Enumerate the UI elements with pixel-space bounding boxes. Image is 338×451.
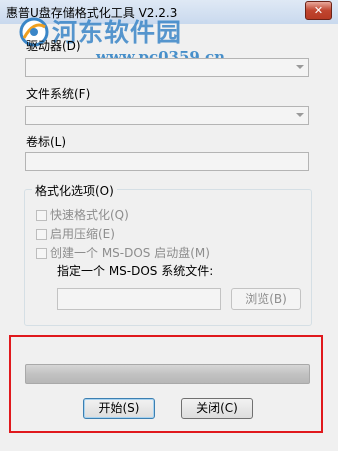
progress-bar	[25, 364, 310, 384]
chevron-down-icon	[296, 113, 304, 117]
compression-option[interactable]: 启用压缩(E)	[36, 225, 115, 242]
drive-label: 驱动器(D)	[26, 39, 81, 53]
format-options-legend: 格式化选项(O)	[32, 182, 117, 199]
chevron-down-icon	[296, 65, 304, 69]
dos-disk-label: 创建一个 MS-DOS 启动盘(M)	[50, 246, 210, 260]
compression-checkbox[interactable]	[36, 229, 47, 240]
close-button[interactable]: 关闭(C)	[181, 398, 253, 419]
compression-label: 启用压缩(E)	[50, 227, 115, 241]
start-button[interactable]: 开始(S)	[83, 398, 155, 419]
filesystem-select[interactable]	[25, 106, 309, 125]
dos-disk-checkbox[interactable]	[36, 248, 47, 259]
volume-input[interactable]	[25, 152, 309, 171]
volume-label: 卷标(L)	[26, 135, 67, 149]
quick-format-label: 快速格式化(Q)	[50, 208, 129, 222]
quick-format-checkbox[interactable]	[36, 210, 47, 221]
dos-file-input[interactable]	[57, 288, 221, 310]
highlight-box	[9, 335, 323, 433]
filesystem-label: 文件系统(F)	[26, 87, 91, 101]
quick-format-option[interactable]: 快速格式化(Q)	[36, 206, 129, 223]
window-close-button[interactable]: ✕	[305, 1, 332, 20]
dos-file-label: 指定一个 MS-DOS 系统文件:	[57, 264, 214, 278]
browse-button[interactable]: 浏览(B)	[231, 288, 301, 310]
drive-select[interactable]	[25, 58, 309, 77]
dos-disk-option[interactable]: 创建一个 MS-DOS 启动盘(M)	[36, 244, 210, 261]
